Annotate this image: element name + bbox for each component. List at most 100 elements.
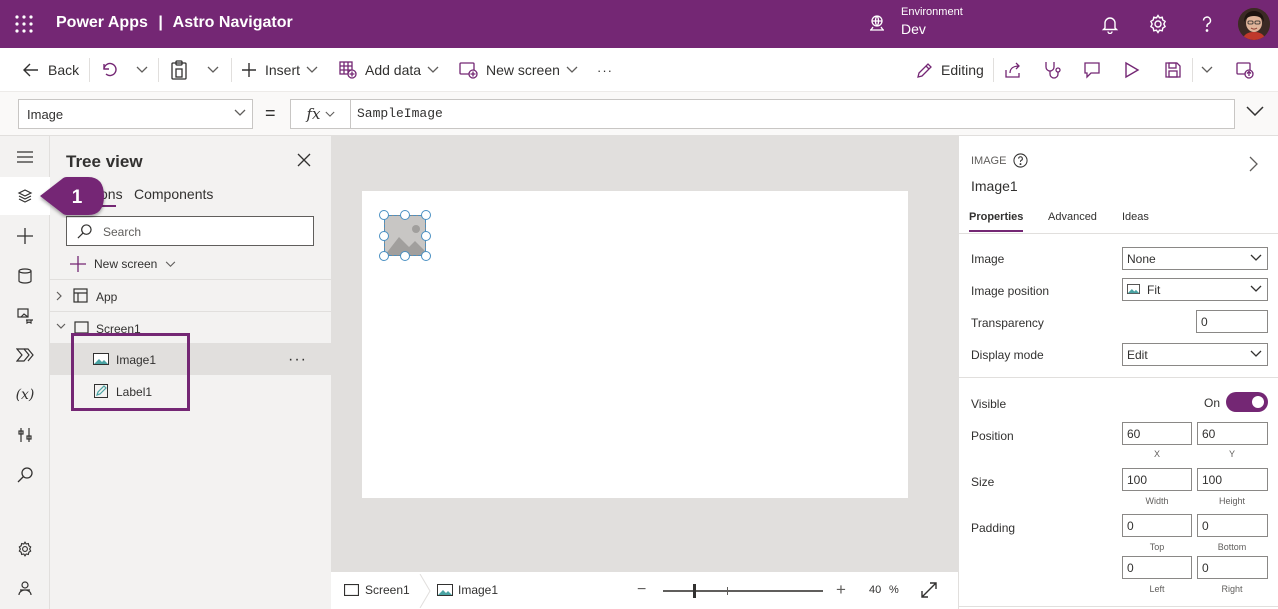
fit-to-window-button[interactable] [921, 582, 937, 598]
padding-right-input[interactable]: 0 [1197, 556, 1268, 579]
step-callout: 1 [40, 177, 104, 215]
zoom-slider-thumb[interactable] [693, 584, 696, 598]
padding-left-input[interactable]: 0 [1122, 556, 1192, 579]
rail-search[interactable] [0, 456, 50, 494]
transparency-input[interactable]: 0 [1196, 310, 1268, 333]
app-icon [73, 288, 88, 303]
padding-top-input[interactable]: 0 [1122, 514, 1192, 537]
breadcrumb-image1[interactable]: Image1 [437, 583, 498, 597]
comments-button[interactable] [1083, 48, 1101, 92]
tab-components[interactable]: Components [134, 186, 213, 202]
resize-handle[interactable] [421, 210, 431, 220]
paste-dropdown[interactable] [207, 48, 219, 92]
save-dropdown[interactable] [1201, 48, 1213, 92]
top-caption: Top [1149, 542, 1165, 552]
resize-handle[interactable] [379, 251, 389, 261]
variables-icon: (x) [15, 387, 35, 403]
new-screen-button[interactable]: New screen [459, 48, 578, 92]
fx-button[interactable]: fx [291, 100, 351, 128]
position-label: Position [971, 429, 1014, 443]
width-input[interactable]: 100 [1122, 468, 1192, 491]
save-button[interactable] [1164, 48, 1182, 92]
display-mode-label: Display mode [971, 348, 1044, 362]
undo-button[interactable] [100, 48, 118, 92]
rail-power-automate[interactable] [0, 336, 50, 374]
padding-bottom-input[interactable]: 0 [1197, 514, 1268, 537]
zoom-value[interactable]: 40 [869, 584, 881, 596]
environment-icon[interactable] [868, 14, 886, 32]
callout-number: 1 [72, 187, 83, 208]
visible-toggle[interactable] [1226, 392, 1268, 412]
preview-button[interactable] [1124, 48, 1140, 92]
rail-virtual-agent[interactable] [0, 569, 50, 607]
image-position-dropdown[interactable]: Fit [1122, 278, 1268, 301]
zoom-out-button[interactable]: − [637, 581, 646, 599]
formula-text[interactable]: SampleImage [357, 106, 443, 121]
undo-dropdown[interactable] [136, 48, 148, 92]
database-icon [18, 268, 32, 284]
rail-settings[interactable] [0, 530, 50, 568]
tree-search-input[interactable]: Search [66, 216, 314, 246]
rail-advanced-tools[interactable] [0, 416, 50, 454]
close-tree-button[interactable] [297, 153, 311, 167]
expand-formula-button[interactable] [1246, 106, 1264, 116]
tree-item-label: App [96, 290, 118, 304]
formula-input[interactable]: fx SampleImage [290, 99, 1235, 129]
paste-button[interactable] [170, 48, 188, 92]
editing-label: Editing [941, 62, 984, 78]
screen-icon [344, 584, 359, 596]
comment-icon [1084, 62, 1100, 79]
resize-handle[interactable] [400, 210, 410, 220]
height-input[interactable]: 100 [1197, 468, 1268, 491]
resize-handle[interactable] [379, 231, 389, 241]
publish-button[interactable] [1236, 48, 1254, 92]
section-divider [959, 377, 1278, 378]
position-y-input[interactable]: 60 [1197, 422, 1268, 445]
editing-button[interactable]: Editing [916, 48, 984, 92]
rail-variables[interactable]: (x) [0, 376, 50, 414]
hamburger-button[interactable] [0, 138, 50, 176]
gear-icon[interactable] [1148, 14, 1168, 34]
breadcrumb-screen1[interactable]: Screen1 [344, 583, 410, 597]
screen-canvas[interactable] [362, 191, 908, 498]
more-commands-button[interactable]: ··· [597, 48, 613, 92]
property-dropdown[interactable]: Image [18, 99, 253, 129]
row-more-button[interactable]: ··· [288, 351, 307, 369]
chevron-right-icon [56, 291, 62, 301]
environment-value[interactable]: Dev [901, 21, 926, 37]
tree-new-screen-button[interactable]: New screen [70, 256, 176, 272]
app-checker-button[interactable] [1043, 48, 1061, 92]
add-data-button[interactable]: Add data [339, 48, 439, 92]
image-dropdown[interactable]: None [1122, 247, 1268, 270]
resize-handle[interactable] [421, 231, 431, 241]
display-mode-dropdown[interactable]: Edit [1122, 343, 1268, 366]
tab-advanced[interactable]: Advanced [1048, 211, 1097, 223]
canvas-area[interactable] [331, 136, 958, 571]
control-name[interactable]: Image1 [971, 178, 1018, 194]
rail-data[interactable] [0, 257, 50, 295]
canvas-status-bar: Screen1 Image1 − + 40 % [331, 571, 958, 609]
help-icon[interactable] [1197, 14, 1217, 34]
back-button[interactable]: Back [22, 48, 79, 92]
share-button[interactable] [1004, 48, 1022, 92]
rail-media[interactable] [0, 297, 50, 335]
tab-ideas[interactable]: Ideas [1122, 211, 1149, 223]
resize-handle[interactable] [379, 210, 389, 220]
tree-item-app[interactable]: App [50, 279, 331, 311]
collapse-panel-button[interactable] [1249, 156, 1258, 172]
rail-insert[interactable] [0, 217, 50, 255]
help-icon[interactable] [1013, 153, 1029, 168]
avatar[interactable] [1238, 8, 1270, 40]
bell-icon[interactable] [1100, 14, 1120, 34]
chevron-down-icon [234, 109, 246, 116]
back-label: Back [48, 62, 80, 78]
position-x-input[interactable]: 60 [1122, 422, 1192, 445]
resize-handle[interactable] [421, 251, 431, 261]
insert-button[interactable]: Insert [241, 48, 318, 92]
waffle-icon[interactable] [14, 14, 34, 34]
resize-handle[interactable] [400, 251, 410, 261]
divider [158, 58, 159, 82]
zoom-in-button[interactable]: + [836, 580, 846, 600]
zoom-slider[interactable] [663, 590, 823, 592]
tab-properties[interactable]: Properties [969, 211, 1023, 223]
